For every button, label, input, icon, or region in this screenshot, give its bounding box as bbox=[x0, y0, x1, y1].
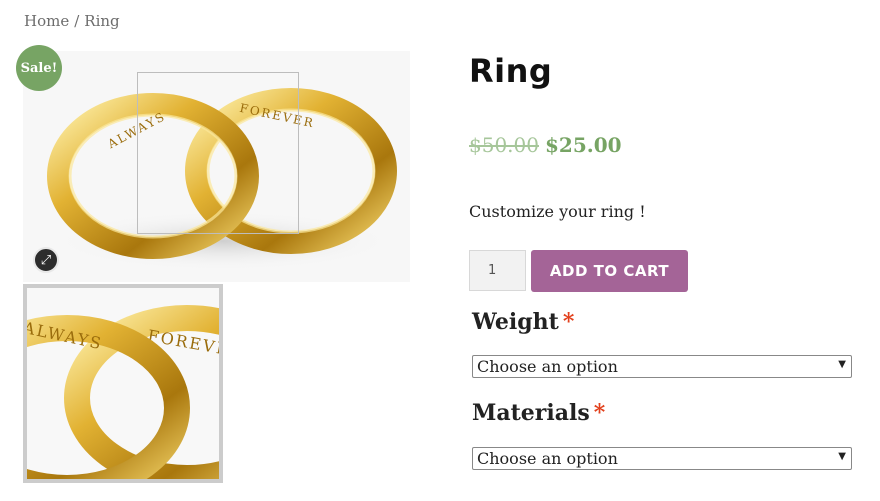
materials-select[interactable]: Choose an option ▼ bbox=[472, 447, 852, 470]
breadcrumb-home-link[interactable]: Home bbox=[24, 12, 69, 30]
product-thumbnail[interactable]: FOREVER ALWAYS bbox=[23, 284, 223, 483]
expand-icon[interactable]: ⤢ bbox=[33, 247, 59, 273]
product-main-image[interactable]: FOREVER ALWAYS ⤢ bbox=[23, 51, 410, 282]
regular-price: $50.00 bbox=[469, 133, 539, 157]
weight-label-text: Weight bbox=[472, 309, 559, 335]
breadcrumb: Home / Ring bbox=[24, 12, 120, 30]
rings-thumbnail-illustration: FOREVER ALWAYS bbox=[27, 288, 219, 479]
zoom-lens bbox=[137, 72, 299, 234]
sale-price: $25.00 bbox=[544, 133, 622, 157]
materials-label: Materials * bbox=[472, 400, 605, 426]
dropdown-arrow-icon: ▼ bbox=[838, 359, 846, 370]
product-title: Ring bbox=[469, 52, 553, 90]
materials-label-text: Materials bbox=[472, 400, 590, 426]
required-mark: * bbox=[593, 400, 606, 426]
sale-badge: Sale! bbox=[16, 45, 62, 91]
weight-label: Weight * bbox=[472, 309, 574, 335]
product-short-description: Customize your ring ! bbox=[469, 202, 646, 221]
dropdown-arrow-icon: ▼ bbox=[838, 451, 846, 462]
product-price: $50.00 $25.00 bbox=[469, 133, 622, 157]
quantity-input[interactable]: 1 bbox=[469, 250, 526, 291]
weight-select-value: Choose an option bbox=[477, 357, 618, 376]
add-to-cart-button[interactable]: ADD TO CART bbox=[531, 250, 688, 292]
breadcrumb-separator: / bbox=[74, 12, 80, 30]
weight-select[interactable]: Choose an option ▼ bbox=[472, 355, 852, 378]
materials-select-value: Choose an option bbox=[477, 449, 618, 468]
required-mark: * bbox=[562, 309, 575, 335]
breadcrumb-current: Ring bbox=[84, 12, 120, 30]
